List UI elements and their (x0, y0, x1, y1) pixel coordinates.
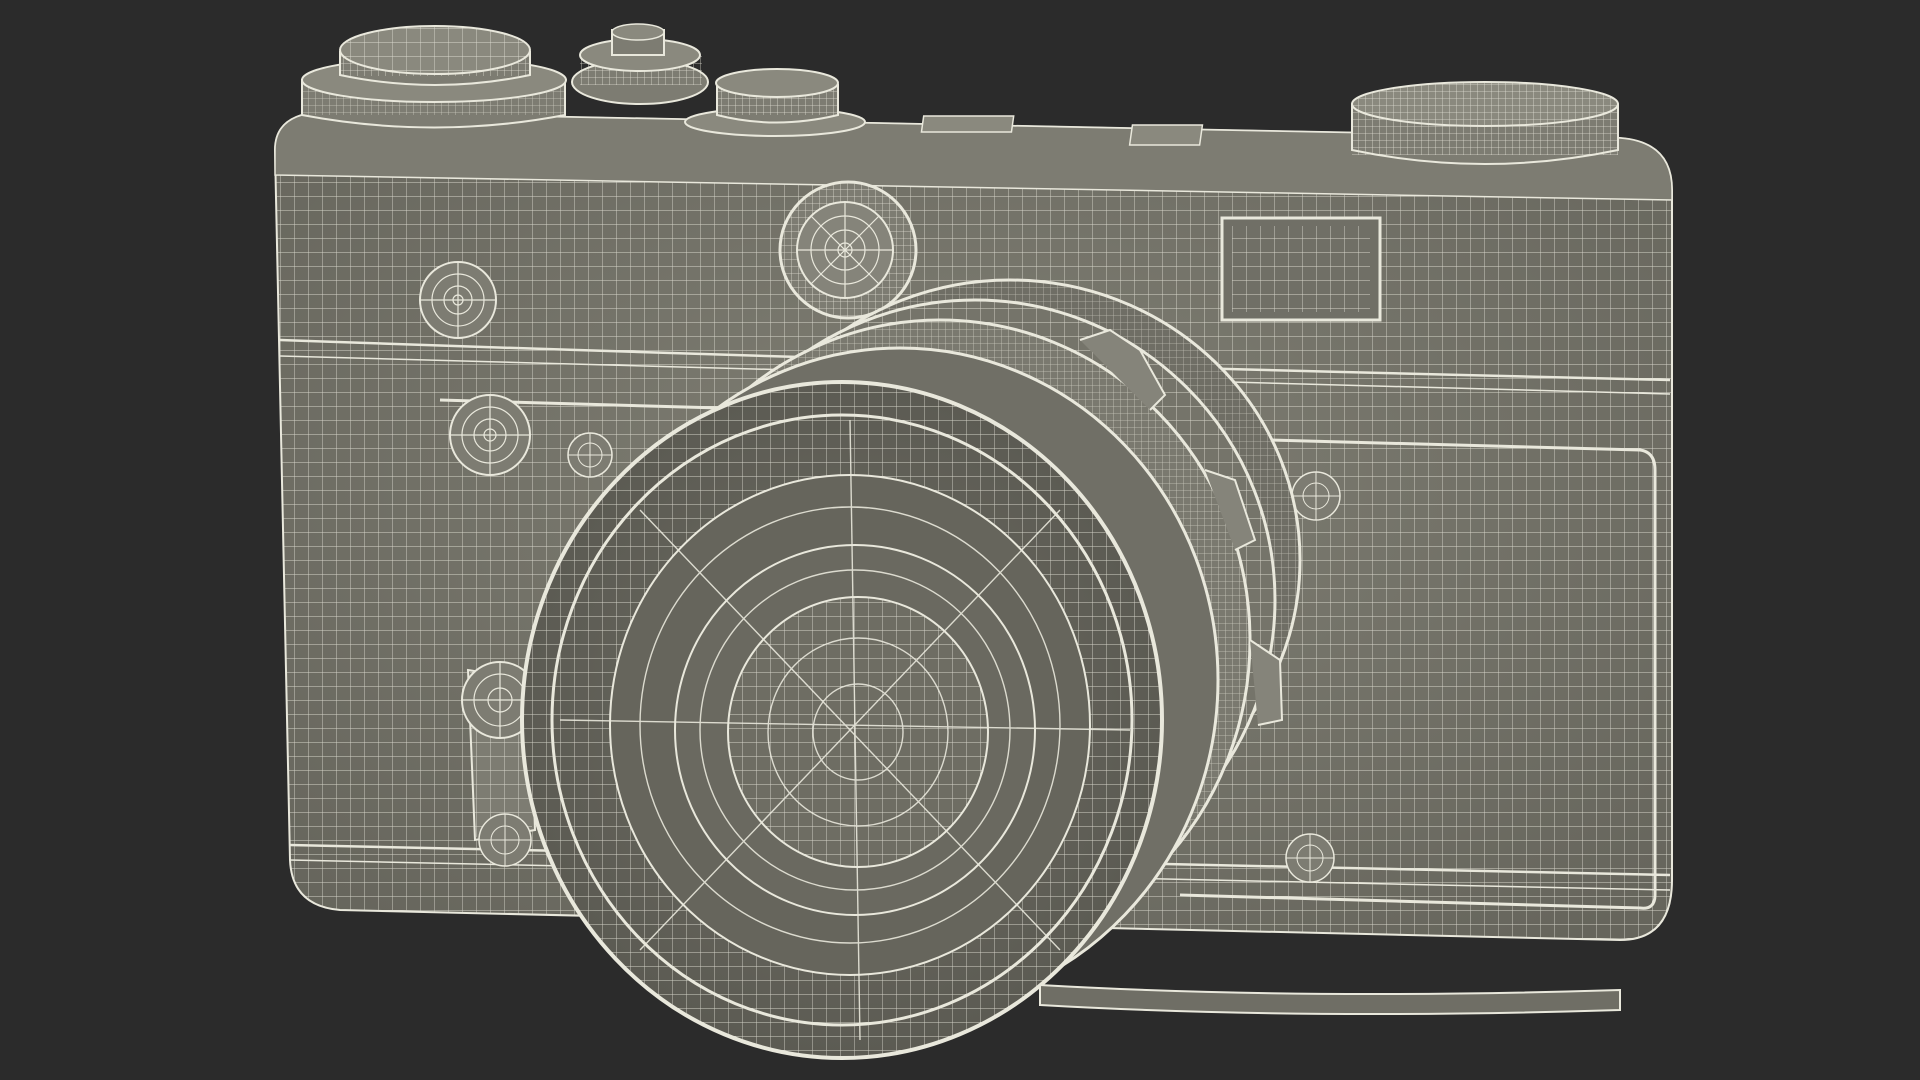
focus-wheel (778, 180, 918, 320)
selftimer-knob (419, 261, 497, 339)
sync-socket (449, 394, 531, 476)
rewind-knob (301, 25, 567, 129)
film-advance-knob (1351, 81, 1619, 165)
viewfinder-window (1220, 216, 1382, 322)
shutter-button (571, 23, 709, 105)
screw-3 (1285, 833, 1335, 883)
screw-1 (567, 432, 613, 478)
bottom-plate (1039, 983, 1621, 1015)
wireframe-render (273, 23, 1673, 1060)
shutter-speed-dial (684, 68, 866, 137)
viewport (0, 0, 1920, 1080)
screw-2 (1291, 471, 1341, 521)
